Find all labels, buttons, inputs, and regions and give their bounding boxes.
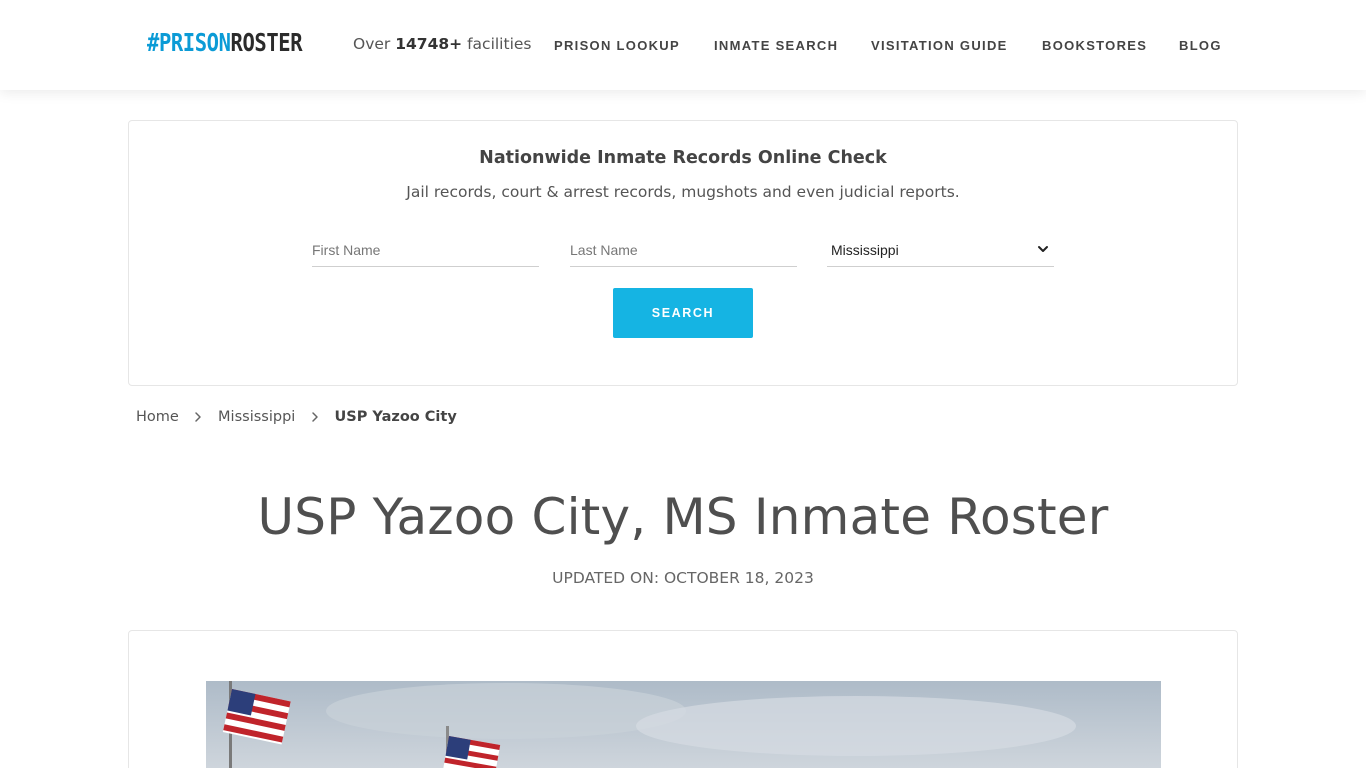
nav-prison-lookup[interactable]: PRISON LOOKUP: [554, 38, 680, 53]
page-title: USP Yazoo City, MS Inmate Roster: [257, 488, 1109, 546]
state-select-value: Mississippi: [831, 242, 899, 258]
breadcrumb-state[interactable]: Mississippi: [218, 409, 295, 425]
nav-blog[interactable]: BLOG: [1179, 38, 1222, 53]
chevron-down-icon: [1038, 246, 1048, 252]
breadcrumb: Home Mississippi USP Yazoo City: [136, 409, 457, 425]
nav-inmate-search[interactable]: INMATE SEARCH: [714, 38, 838, 53]
nav-visitation-guide[interactable]: VISITATION GUIDE: [871, 38, 1008, 53]
facilities-count-text: Over 14748+ facilities: [353, 35, 532, 53]
logo-roster: ROSTER: [230, 28, 303, 57]
logo-prison: PRISON: [158, 28, 231, 57]
updated-date: UPDATED ON: OCTOBER 18, 2023: [552, 569, 814, 587]
facility-photo: [206, 681, 1161, 768]
logo-hash: #: [147, 28, 159, 57]
search-title: Nationwide Inmate Records Online Check: [479, 148, 887, 168]
first-name-input[interactable]: [312, 233, 539, 267]
breadcrumb-home[interactable]: Home: [136, 409, 179, 425]
facilities-suffix: facilities: [467, 35, 532, 53]
chevron-right-icon: [195, 412, 202, 422]
breadcrumb-current: USP Yazoo City: [334, 409, 457, 425]
last-name-input[interactable]: [570, 233, 797, 267]
nav-bookstores[interactable]: BOOKSTORES: [1042, 38, 1147, 53]
facility-content-card: [128, 630, 1238, 768]
search-subtitle: Jail records, court & arrest records, mu…: [406, 183, 960, 201]
site-header: #PRISONROSTER Over 14748+ facilities PRI…: [0, 0, 1366, 90]
site-logo[interactable]: #PRISONROSTER: [147, 28, 303, 57]
facility-photo-image: [206, 681, 1161, 768]
inmate-search-card: Nationwide Inmate Records Online Check J…: [128, 120, 1238, 386]
facilities-prefix: Over: [353, 35, 391, 53]
chevron-right-icon: [312, 412, 318, 422]
facilities-count: 14748+: [395, 35, 463, 53]
state-select[interactable]: Mississippi: [827, 233, 1054, 267]
search-button[interactable]: SEARCH: [613, 288, 753, 338]
